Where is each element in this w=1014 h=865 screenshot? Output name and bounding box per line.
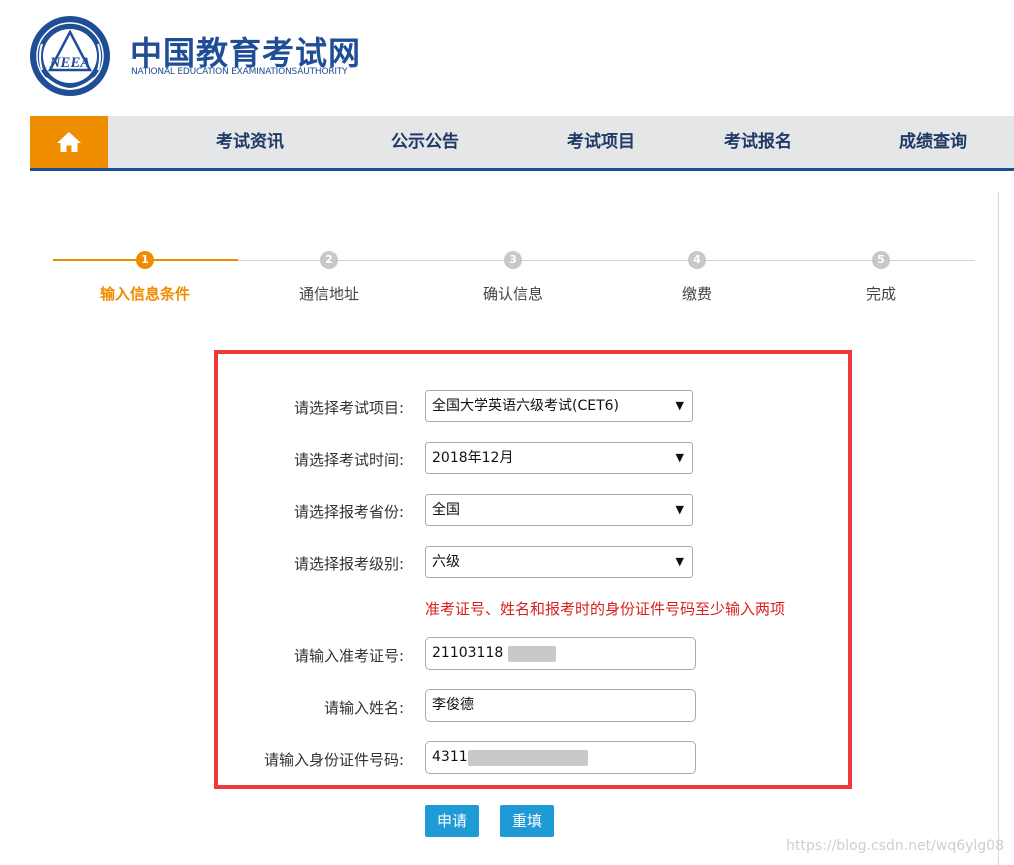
nav-home-button[interactable] [30, 116, 108, 168]
nav-item-exam-news[interactable]: 考试资讯 [216, 116, 284, 168]
redaction-blur [468, 750, 588, 766]
province-value: 全国 [432, 502, 460, 518]
dropdown-arrow-icon: ▼ [675, 451, 684, 464]
step-label: 确认信息 [482, 285, 543, 303]
step-label: 通信地址 [298, 285, 359, 303]
id-no-label: 请输入身份证件号码: [263, 751, 404, 769]
dropdown-arrow-icon: ▼ [675, 399, 684, 412]
step-number: 1 [136, 251, 154, 269]
exam-time-value: 2018年12月 [432, 450, 514, 466]
scrollbar-divider [998, 192, 999, 865]
step-number: 5 [872, 251, 890, 269]
nav-item-score-query[interactable]: 成绩查询 [899, 116, 967, 168]
emblem-text: NEEA [49, 55, 91, 71]
name-label: 请输入姓名: [323, 699, 404, 717]
reset-button[interactable]: 重填 [500, 805, 555, 837]
step-label: 缴费 [681, 285, 712, 303]
ticket-no-label: 请输入准考证号: [293, 647, 404, 665]
step-number: 2 [320, 251, 338, 269]
ticket-no-value: 21103118 [432, 645, 504, 661]
name-value: 李俊德 [432, 697, 474, 713]
step-label: 输入信息条件 [99, 285, 190, 303]
step-payment: 4 缴费 [617, 251, 777, 304]
step-label: 完成 [865, 285, 896, 303]
dropdown-arrow-icon: ▼ [675, 555, 684, 568]
step-address: 2 通信地址 [249, 251, 409, 304]
neea-emblem-icon: NEEA [30, 16, 110, 96]
site-logo[interactable]: NEEA 中国教育考试网 NATIONAL EDUCATION EXAMINAT… [28, 14, 388, 96]
dropdown-arrow-icon: ▼ [675, 503, 684, 516]
home-icon [57, 132, 81, 152]
nav-item-announcements[interactable]: 公示公告 [391, 116, 459, 168]
apply-button[interactable]: 申请 [425, 805, 480, 837]
id-no-input[interactable]: 4311 [425, 741, 696, 774]
logo-title-en: NATIONAL EDUCATION EXAMINATIONSAUTHORITY [131, 67, 348, 77]
level-value: 六级 [432, 554, 460, 570]
step-confirm: 3 确认信息 [433, 251, 593, 304]
id-no-value: 4311 [432, 749, 468, 765]
exam-time-label: 请选择考试时间: [293, 451, 404, 469]
nav-item-registration[interactable]: 考试报名 [724, 116, 792, 168]
exam-time-select[interactable]: 2018年12月 ▼ [425, 442, 693, 474]
step-number: 3 [504, 251, 522, 269]
input-requirement-hint: 准考证号、姓名和报考时的身份证件号码至少输入两项 [425, 600, 786, 618]
step-complete: 5 完成 [801, 251, 961, 304]
province-select[interactable]: 全国 ▼ [425, 494, 693, 526]
redaction-blur [508, 646, 556, 662]
exam-item-value: 全国大学英语六级考试(CET6) [432, 398, 620, 414]
ticket-no-input[interactable]: 21103118 [425, 637, 696, 670]
step-number: 4 [688, 251, 706, 269]
level-select[interactable]: 六级 ▼ [425, 546, 693, 578]
exam-item-select[interactable]: 全国大学英语六级考试(CET6) ▼ [425, 390, 693, 422]
step-input-conditions: 1 输入信息条件 [65, 251, 225, 304]
name-input[interactable]: 李俊德 [425, 689, 696, 722]
watermark: https://blog.csdn.net/wq6ylg08 [786, 838, 1004, 854]
level-label: 请选择报考级别: [293, 555, 404, 573]
exam-item-label: 请选择考试项目: [293, 399, 404, 417]
nav-item-exam-projects[interactable]: 考试项目 [567, 116, 635, 168]
main-nav: 考试资讯 公示公告 考试项目 考试报名 成绩查询 [30, 116, 1014, 171]
province-label: 请选择报考省份: [293, 503, 404, 521]
